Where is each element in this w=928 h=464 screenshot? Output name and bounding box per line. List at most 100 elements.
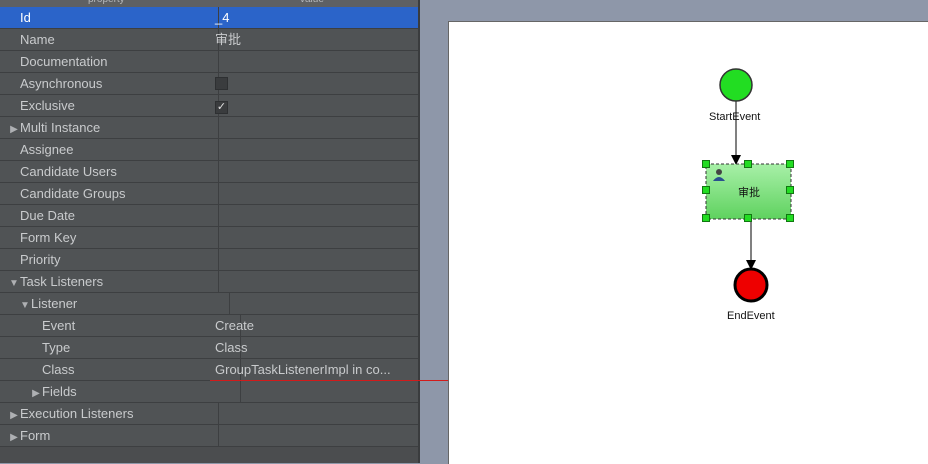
connector-guide-line	[210, 380, 453, 381]
property-name-cell: ▶ Form	[0, 425, 219, 446]
end-event[interactable]	[733, 267, 769, 303]
property-row[interactable]: Exclusive ✓	[0, 95, 418, 117]
property-value-cell[interactable]	[211, 249, 418, 270]
property-name-cell: ▼Task Listeners	[0, 271, 219, 292]
property-row[interactable]: Candidate Groups	[0, 183, 418, 205]
selection-handle-e[interactable]	[786, 186, 794, 194]
collapse-arrow-icon[interactable]: ▶	[8, 427, 20, 446]
property-name-cell: Type	[0, 337, 241, 358]
property-name: Event	[42, 318, 76, 333]
property-name-cell: ▼Listener	[0, 293, 230, 314]
start-event[interactable]	[719, 68, 753, 102]
property-value-cell[interactable]: Class	[211, 337, 418, 358]
property-value-cell[interactable]	[211, 425, 418, 446]
user-icon	[713, 169, 725, 181]
collapse-arrow-icon[interactable]: ▶	[8, 119, 20, 138]
property-row[interactable]: ▼Task Listeners	[0, 271, 418, 293]
property-value-cell[interactable]	[211, 139, 418, 160]
panel-divider[interactable]	[418, 0, 420, 463]
property-row[interactable]: Priority	[0, 249, 418, 271]
value-column-header: value	[300, 0, 324, 5]
property-value-cell[interactable]	[211, 73, 418, 94]
property-value: 审批	[215, 32, 242, 47]
process-diagram	[705, 68, 792, 303]
property-row[interactable]: Event Create	[0, 315, 418, 337]
property-row[interactable]: Id _4	[0, 7, 418, 29]
property-value-cell[interactable]	[211, 117, 418, 138]
property-row[interactable]: Name 审批	[0, 29, 418, 51]
property-name: Documentation	[20, 54, 108, 69]
property-value-cell[interactable]	[211, 205, 418, 226]
property-value-cell[interactable]: GroupTaskListenerImpl in co...	[211, 359, 418, 380]
property-value: GroupTaskListenerImpl in co...	[215, 362, 391, 377]
start-event-label: StartEvent	[709, 111, 761, 123]
checkbox[interactable]	[215, 77, 228, 90]
property-name: Candidate Groups	[20, 186, 126, 201]
property-value: Create	[215, 318, 255, 333]
property-name: Type	[42, 340, 71, 355]
property-row[interactable]: ▶ Form	[0, 425, 418, 447]
property-value-cell[interactable]	[211, 381, 418, 402]
property-value-cell[interactable]	[211, 271, 418, 292]
property-row[interactable]: Assignee	[0, 139, 418, 161]
selection-handle-se[interactable]	[786, 214, 794, 222]
property-row[interactable]: Type Class	[0, 337, 418, 359]
property-name: Listener	[31, 296, 78, 311]
selection-handle-s[interactable]	[744, 214, 752, 222]
task-label: 审批	[738, 187, 760, 199]
property-name: Assignee	[20, 142, 74, 157]
expand-arrow-icon[interactable]: ▼	[19, 295, 31, 314]
property-value-cell[interactable]	[211, 293, 418, 314]
property-name: Candidate Users	[20, 164, 117, 179]
property-name-cell: Name	[0, 29, 219, 50]
property-name-cell: Candidate Groups	[0, 183, 219, 204]
property-name-cell: ▶ Multi Instance	[0, 117, 219, 138]
property-row[interactable]: ▶ Multi Instance	[0, 117, 418, 139]
collapse-arrow-icon[interactable]: ▶	[30, 383, 42, 402]
property-name: Execution Listeners	[20, 406, 134, 421]
property-name: Id	[20, 10, 31, 25]
selection-handle-ne[interactable]	[786, 160, 794, 168]
property-value-cell[interactable]: 审批	[211, 29, 418, 50]
property-name: Task Listeners	[20, 274, 104, 289]
property-name: Multi Instance	[20, 120, 101, 135]
property-name-cell: Exclusive	[0, 95, 219, 116]
property-value-cell[interactable]	[211, 51, 418, 72]
property-value-cell[interactable]: Create	[211, 315, 418, 336]
property-name-cell: Due Date	[0, 205, 219, 226]
selection-handle-w[interactable]	[702, 186, 710, 194]
property-name-cell: ▶ Fields	[0, 381, 241, 402]
property-row[interactable]: Candidate Users	[0, 161, 418, 183]
property-row[interactable]: ▶ Fields	[0, 381, 418, 403]
property-name-cell: Class	[0, 359, 241, 380]
property-value-cell[interactable]	[211, 403, 418, 424]
property-row[interactable]: Form Key	[0, 227, 418, 249]
selection-handle-sw[interactable]	[702, 214, 710, 222]
selection-handle-n[interactable]	[744, 160, 752, 168]
property-row[interactable]: Documentation	[0, 51, 418, 73]
property-value-cell[interactable]	[211, 183, 418, 204]
property-name: Exclusive	[20, 98, 75, 113]
property-name-cell: Form Key	[0, 227, 219, 248]
property-value-cell[interactable]: _4	[211, 7, 418, 28]
property-row[interactable]: ▶ Execution Listeners	[0, 403, 418, 425]
expand-arrow-icon[interactable]: ▼	[8, 273, 20, 292]
diagram-canvas[interactable]: StartEvent 审批 EndEvent	[448, 21, 928, 464]
property-name-cell: Priority	[0, 249, 219, 270]
property-row[interactable]: Class GroupTaskListenerImpl in co...	[0, 359, 418, 381]
property-value-cell[interactable]	[211, 227, 418, 248]
property-rows: Id _4 Name 审批 Documentation Asynchronous Exclu…	[0, 7, 418, 447]
checkbox[interactable]: ✓	[215, 101, 228, 114]
property-value-cell[interactable]: ✓	[211, 95, 418, 116]
collapse-arrow-icon[interactable]: ▶	[8, 405, 20, 424]
selection-handle-nw[interactable]	[702, 160, 710, 168]
property-row[interactable]: Due Date	[0, 205, 418, 227]
property-row[interactable]: Asynchronous	[0, 73, 418, 95]
property-row[interactable]: ▼Listener	[0, 293, 418, 315]
property-value-cell[interactable]	[211, 161, 418, 182]
property-name-cell: Candidate Users	[0, 161, 219, 182]
property-value: _4	[215, 10, 230, 25]
property-name-cell: Event	[0, 315, 241, 336]
property-name: Due Date	[20, 208, 75, 223]
end-event-label: EndEvent	[727, 310, 775, 322]
